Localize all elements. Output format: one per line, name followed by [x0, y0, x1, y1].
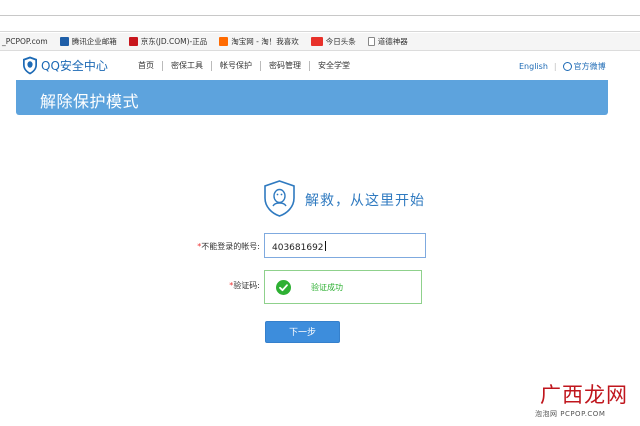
captcha-verify-box[interactable]: 验证成功	[264, 270, 422, 304]
bookmark-label: _PCPOP.com	[2, 37, 48, 46]
captcha-label: *验证码:	[190, 280, 260, 291]
bookmark-label: 京东(JD.COM)-正品	[140, 37, 208, 46]
qq-penguin-shield-icon	[264, 180, 295, 217]
bookmark-toutiao[interactable]: 今日头条	[310, 36, 356, 47]
document-icon	[367, 37, 375, 46]
weibo-icon	[562, 62, 572, 71]
nav-password-management[interactable]: 密码管理	[260, 61, 309, 71]
page-banner: 解除保护模式	[16, 80, 608, 115]
text-cursor	[324, 241, 326, 251]
browser-top-bar	[0, 0, 640, 32]
watermark-logo: 广西龙网	[540, 383, 628, 407]
bookmark-label: 道德神器	[377, 37, 408, 46]
tencent-mail-icon	[59, 37, 69, 46]
nav-security-tools[interactable]: 密保工具	[162, 61, 211, 71]
shield-icon	[23, 56, 37, 75]
link-separator: |	[553, 62, 557, 71]
account-input[interactable]: 403681692	[264, 233, 426, 258]
bookmark-pcpop[interactable]: _PCPOP.com	[2, 37, 48, 46]
nav-security-school[interactable]: 安全学堂	[309, 61, 358, 71]
weibo-link[interactable]: 官方微博	[574, 61, 606, 72]
bookmarks-bar: _PCPOP.com 腾讯企业邮箱 京东(JD.COM)-正品 淘宝网 - 淘！…	[0, 33, 640, 51]
bookmark-tencent-mail[interactable]: 腾讯企业邮箱	[59, 36, 117, 47]
header-links: English | 官方微博	[519, 61, 606, 72]
bookmark-jd[interactable]: 京东(JD.COM)-正品	[128, 36, 208, 47]
bookmark-taobao[interactable]: 淘宝网 - 淘！我喜欢	[219, 36, 299, 47]
hero-heading: 解救，从这里开始	[305, 193, 425, 209]
watermark-caption: 泡泡网 PCPOP.COM	[535, 410, 606, 418]
nav-account-protection[interactable]: 帐号保护	[211, 61, 260, 71]
english-link[interactable]: English	[519, 62, 548, 71]
bookmark-label: 腾讯企业邮箱	[71, 37, 117, 46]
next-step-button[interactable]: 下一步	[265, 321, 340, 343]
qq-security-logo[interactable]: QQ安全中心	[22, 56, 108, 75]
nav-home[interactable]: 首页	[130, 61, 162, 71]
main-nav: 首页 密保工具 帐号保护 密码管理 安全学堂	[130, 61, 358, 71]
toutiao-icon	[310, 37, 323, 46]
account-label: *不能登录的帐号:	[190, 241, 260, 252]
account-label-text: 不能登录的帐号:	[201, 242, 260, 251]
bookmark-label: 淘宝网 - 淘！我喜欢	[231, 37, 299, 46]
site-header: QQ安全中心 首页 密保工具 帐号保护 密码管理 安全学堂 English | …	[0, 52, 640, 80]
logo-text: QQ安全中心	[41, 59, 108, 73]
verify-status: 验证成功	[311, 283, 343, 292]
jd-icon	[128, 37, 138, 46]
top-divider	[0, 15, 640, 16]
check-icon	[276, 280, 291, 295]
bookmark-label: 今日头条	[325, 37, 356, 46]
captcha-label-text: 验证码:	[233, 281, 260, 290]
bookmark-daode[interactable]: 道德神器	[367, 36, 408, 47]
taobao-icon	[219, 37, 229, 46]
account-input-value: 403681692	[272, 243, 324, 253]
page-title: 解除保护模式	[40, 92, 140, 111]
